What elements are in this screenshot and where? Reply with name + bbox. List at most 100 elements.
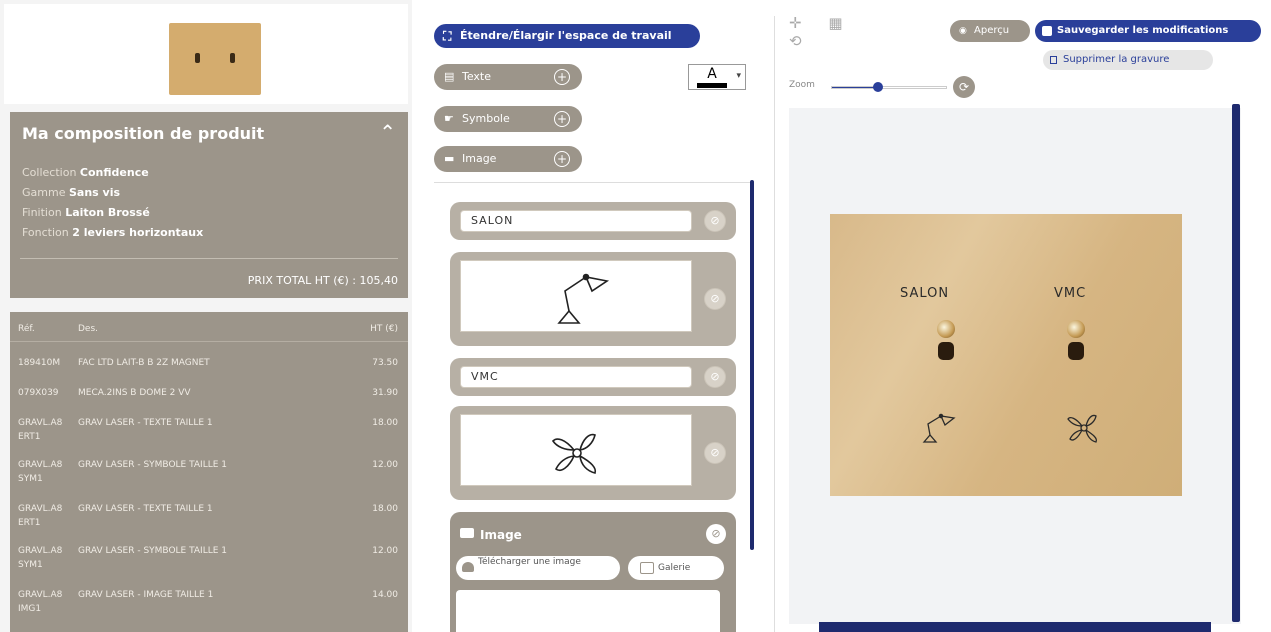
switch-plate-preview[interactable]: SALON VMC	[830, 214, 1182, 496]
reference-table: Réf. Des. HT (€) 189410M FAC LTD LAIT-B …	[10, 312, 408, 632]
cell-des: GRAV LASER - TEXTE TAILLE 1	[78, 418, 213, 428]
cell-ref: GRAVL.A8 SYM1	[18, 460, 63, 484]
gallery-label: Galerie	[658, 563, 691, 573]
rotate-icon[interactable]: ⟲	[789, 32, 802, 50]
cell-ht: 18.00	[372, 418, 398, 428]
composition-gamme: Gamme Sans vis	[22, 186, 121, 199]
zoom-reset-button[interactable]: ⟳	[953, 76, 975, 98]
fan-icon	[551, 433, 597, 474]
cell-ht: 73.50	[372, 358, 398, 368]
cell-des: GRAV LASER - SYMBOLE TAILLE 1	[78, 546, 228, 556]
divider	[434, 182, 752, 183]
move-icon[interactable]: ✛	[789, 14, 802, 32]
layer-symbol-fan: ⊘	[450, 406, 736, 500]
cell-ref: GRAVL.A8 ERT1	[18, 418, 63, 442]
image-layer-panel: Image ⊘ Télécharger une image Galerie	[450, 512, 736, 632]
add-image-label: Image	[462, 152, 497, 165]
text-icon: ▤	[444, 70, 455, 83]
close-icon[interactable]: ⊘	[706, 524, 726, 544]
chevron-down-icon: ▾	[736, 71, 741, 81]
layer-symbol-preview[interactable]	[460, 414, 692, 486]
text-color-picker[interactable]: A ▾	[688, 64, 746, 90]
composition-title: Ma composition de produit	[22, 124, 265, 143]
toggle-lever-right	[1066, 320, 1086, 362]
expand-workspace-label: Étendre/Élargir l'espace de travail	[460, 29, 672, 42]
cell-ht: 12.00	[372, 460, 398, 470]
save-changes-label: Sauvegarder les modifications	[1057, 25, 1229, 36]
add-symbol-label: Symbole	[462, 112, 510, 125]
cell-ref: 079X039	[18, 388, 59, 398]
layer-text-vmc: VMC ⊘	[450, 358, 736, 396]
save-icon	[1042, 26, 1052, 36]
expand-icon: ⛶	[443, 29, 452, 43]
symbol-icon: ☛	[444, 112, 454, 125]
layers-scrollbar[interactable]	[750, 180, 754, 550]
plus-icon: +	[554, 69, 570, 85]
delete-engraving-button[interactable]: Supprimer la gravure	[1043, 50, 1213, 70]
image-icon: ▬	[444, 152, 455, 165]
gallery-button[interactable]: Galerie	[628, 556, 724, 580]
layer-text-salon: SALON ⊘	[450, 202, 736, 240]
cell-ht: 14.00	[372, 590, 398, 600]
cell-ref: 189410M	[18, 358, 61, 368]
cell-des: GRAV LASER - IMAGE TAILLE 1	[78, 590, 214, 600]
eye-icon: ◉	[959, 26, 967, 36]
preview-button[interactable]: ◉ Aperçu	[950, 20, 1030, 42]
product-thumbnail-area	[4, 4, 408, 104]
delete-layer-button[interactable]: ⊘	[704, 366, 726, 388]
thumbnail-toggle-left	[195, 53, 200, 63]
layer-symbol-preview[interactable]	[460, 260, 692, 332]
add-symbol-button[interactable]: ☛ Symbole +	[434, 106, 582, 132]
total-price: PRIX TOTAL HT (€) : 105,40	[247, 274, 398, 287]
expand-workspace-button[interactable]: ⛶ Étendre/Élargir l'espace de travail	[434, 24, 700, 48]
canvas-vertical-scrollbar[interactable]	[1232, 104, 1240, 622]
cell-ref: GRAVL.A8 SYM1	[18, 546, 63, 570]
divider	[20, 258, 398, 259]
grid-icon[interactable]: ▦	[828, 14, 842, 32]
save-changes-button[interactable]: Sauvegarder les modifications	[1035, 20, 1261, 42]
add-text-button[interactable]: ▤ Texte +	[434, 64, 582, 90]
product-thumbnail[interactable]	[169, 23, 261, 95]
add-image-button[interactable]: ▬ Image +	[434, 146, 582, 172]
layer-text-input[interactable]: SALON	[460, 210, 692, 232]
add-text-label: Texte	[462, 70, 492, 83]
column-header-ht: HT (€)	[370, 324, 398, 334]
toggle-ball	[937, 320, 955, 338]
upload-image-label: Télécharger une image	[478, 557, 581, 567]
composition-finition: Finition Laiton Brossé	[22, 206, 150, 219]
cell-ht: 18.00	[372, 504, 398, 514]
plus-icon: +	[554, 151, 570, 167]
collapse-chevron-icon[interactable]: ⌃	[379, 120, 396, 144]
app-root: Ma composition de produit ⌃ Collection C…	[0, 0, 1271, 632]
delete-layer-button[interactable]: ⊘	[704, 288, 726, 310]
upload-image-button[interactable]: Télécharger une image	[456, 556, 620, 580]
cell-ht: 12.00	[372, 546, 398, 556]
thumbnail-toggle-right	[230, 53, 235, 63]
cell-des: FAC LTD LAIT-B B 2Z MAGNET	[78, 358, 210, 368]
column-header-des: Des.	[78, 324, 99, 334]
engraving-editor: ⛶ Étendre/Élargir l'espace de travail ▤ …	[412, 0, 774, 632]
layer-symbol-lamp: ⊘	[450, 252, 736, 346]
delete-layer-button[interactable]: ⊘	[704, 442, 726, 464]
plus-icon: +	[554, 111, 570, 127]
image-drop-field[interactable]	[456, 590, 720, 632]
left-panel: Ma composition de produit ⌃ Collection C…	[0, 0, 412, 632]
toggle-lever-left	[936, 320, 956, 362]
canvas-tools: ✛ ▦ ⟲	[789, 14, 843, 50]
toggle-base	[1068, 342, 1084, 360]
zoom-label: Zoom	[789, 80, 815, 90]
composition-panel: Ma composition de produit ⌃ Collection C…	[10, 112, 408, 298]
trash-icon	[1050, 56, 1057, 64]
delete-layer-button[interactable]: ⊘	[704, 210, 726, 232]
cell-des: GRAV LASER - TEXTE TAILLE 1	[78, 504, 213, 514]
preview-panel: ✛ ▦ ⟲ ◉ Aperçu Sauvegarder les modificat…	[775, 0, 1271, 632]
desk-lamp-icon	[922, 413, 956, 443]
layer-text-input[interactable]: VMC	[460, 366, 692, 388]
fan-icon	[1067, 414, 1098, 443]
zoom-slider[interactable]	[831, 82, 947, 92]
canvas-horizontal-scrollbar[interactable]	[819, 622, 1211, 632]
zoom-slider-handle[interactable]	[872, 82, 883, 92]
plate-engraving-vmc: VMC	[1054, 286, 1087, 301]
cell-ref: GRAVL.A8 ERT1	[18, 504, 63, 528]
desk-lamp-icon	[557, 273, 610, 324]
